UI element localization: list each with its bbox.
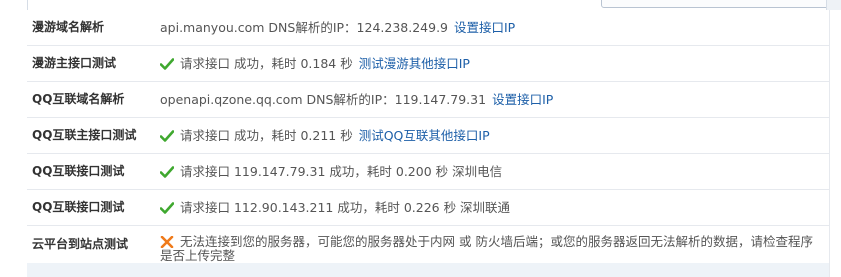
row-text: 请求接口 112.90.143.211 成功，耗时 0.226 秒 深圳联通 bbox=[180, 200, 511, 215]
set-interface-ip-link[interactable]: 设置接口IP bbox=[454, 20, 515, 35]
panel-right-border bbox=[829, 10, 830, 277]
row-text: api.manyou.com DNS解析的IP：124.238.249.9 bbox=[160, 20, 448, 35]
top-bar bbox=[0, 0, 841, 10]
cross-icon bbox=[160, 236, 174, 248]
footer-band bbox=[27, 263, 829, 277]
left-edge-line bbox=[27, 0, 28, 10]
row-label: QQ互联接口测试 bbox=[32, 164, 125, 178]
row-text: 无法连接到您的服务器，可能您的服务器处于内网 或 防火墙后端；或您的服务器返回无… bbox=[160, 234, 813, 263]
diagnostic-table: 漫游域名解析 api.manyou.com DNS解析的IP：124.238.2… bbox=[27, 10, 829, 267]
test-qq-other-ip-link[interactable]: 测试QQ互联其他接口IP bbox=[359, 128, 490, 143]
row-label: 漫游主接口测试 bbox=[32, 56, 117, 70]
row-value: api.manyou.com DNS解析的IP：124.238.249.9 设置接… bbox=[160, 10, 515, 45]
scrollbar-track[interactable] bbox=[826, 0, 841, 10]
row-value: 请求接口 成功，耗时 0.184 秒测试漫游其他接口IP bbox=[160, 46, 470, 81]
check-icon bbox=[160, 202, 174, 214]
table-row: 漫游域名解析 api.manyou.com DNS解析的IP：124.238.2… bbox=[27, 10, 829, 46]
row-label: QQ互联域名解析 bbox=[32, 92, 125, 106]
row-text: 请求接口 119.147.79.31 成功，耗时 0.200 秒 深圳电信 bbox=[180, 164, 503, 179]
table-row: QQ互联接口测试 请求接口 112.90.143.211 成功，耗时 0.226… bbox=[27, 190, 829, 226]
set-interface-ip-link[interactable]: 设置接口IP bbox=[492, 92, 553, 107]
row-value: 请求接口 119.147.79.31 成功，耗时 0.200 秒 深圳电信 bbox=[160, 154, 502, 189]
row-label: QQ互联接口测试 bbox=[32, 200, 125, 214]
table-row: QQ互联主接口测试 请求接口 成功，耗时 0.211 秒测试QQ互联其他接口IP bbox=[27, 118, 829, 154]
table-row: 云平台到站点测试 无法连接到您的服务器，可能您的服务器处于内网 或 防火墙后端；… bbox=[27, 226, 829, 267]
row-text: 请求接口 成功，耗时 0.184 秒 bbox=[180, 56, 353, 71]
row-value: openapi.qzone.qq.com DNS解析的IP：119.147.79… bbox=[160, 82, 553, 117]
table-row: QQ互联接口测试 请求接口 119.147.79.31 成功，耗时 0.200 … bbox=[27, 154, 829, 190]
row-label: 云平台到站点测试 bbox=[32, 237, 129, 251]
row-label: QQ互联主接口测试 bbox=[32, 128, 137, 142]
row-value: 请求接口 成功，耗时 0.211 秒测试QQ互联其他接口IP bbox=[160, 118, 490, 153]
check-icon bbox=[160, 58, 174, 70]
table-row: QQ互联域名解析 openapi.qzone.qq.com DNS解析的IP：1… bbox=[27, 82, 829, 118]
search-box[interactable] bbox=[601, 0, 833, 8]
row-label: 漫游域名解析 bbox=[32, 20, 105, 34]
row-text: openapi.qzone.qq.com DNS解析的IP：119.147.79… bbox=[160, 92, 487, 107]
row-value: 无法连接到您的服务器，可能您的服务器处于内网 或 防火墙后端；或您的服务器返回无… bbox=[160, 235, 825, 263]
row-value: 请求接口 112.90.143.211 成功，耗时 0.226 秒 深圳联通 bbox=[160, 190, 510, 225]
row-text: 请求接口 成功，耗时 0.211 秒 bbox=[180, 128, 353, 143]
check-icon bbox=[160, 130, 174, 142]
check-icon bbox=[160, 166, 174, 178]
table-row: 漫游主接口测试 请求接口 成功，耗时 0.184 秒测试漫游其他接口IP bbox=[27, 46, 829, 82]
test-manyou-other-ip-link[interactable]: 测试漫游其他接口IP bbox=[359, 56, 470, 71]
